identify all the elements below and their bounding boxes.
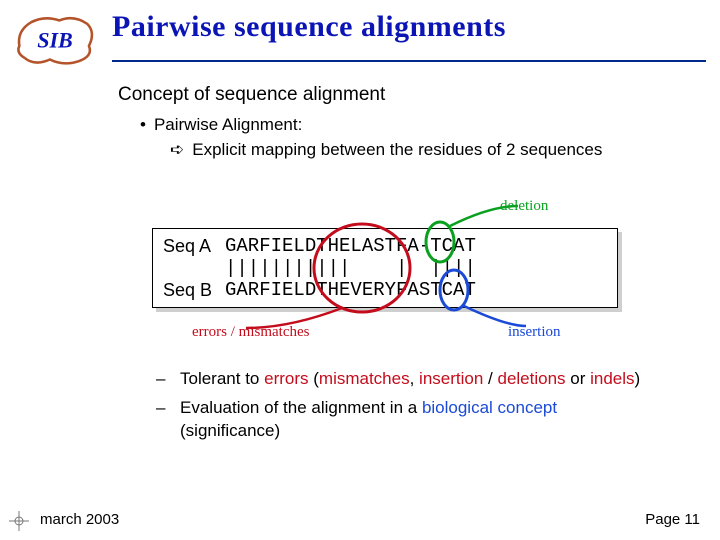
logo-text: SIB [37, 28, 73, 53]
bullet-dot-icon: • [140, 114, 146, 137]
bullet-pairwise: • Pairwise Alignment: [140, 114, 680, 137]
label-deletion: deletion [500, 198, 548, 215]
seq-b-label: Seq B [163, 279, 225, 301]
txt: ( [309, 369, 319, 388]
content-block: Concept of sequence alignment • Pairwise… [118, 82, 680, 162]
slide-title: Pairwise sequence alignments [112, 10, 506, 44]
point-evaluation: – Evaluation of the alignment in a biolo… [156, 397, 660, 443]
word-deletions: deletions [497, 369, 565, 388]
point-evaluation-text: Evaluation of the alignment in a biologi… [180, 397, 660, 443]
word-mismatches: mismatches [319, 369, 410, 388]
bullet-pairwise-text: Pairwise Alignment: [154, 114, 680, 137]
footer-page: Page 11 [645, 511, 700, 528]
label-insertion: insertion [508, 324, 561, 341]
seq-b-row: Seq BGARFIELDTHEVERYFASTCAT [163, 279, 607, 301]
lower-points: – Tolerant to errors (mismatches, insert… [150, 368, 660, 449]
word-biological: biological concept [422, 398, 557, 417]
seq-a-row: Seq AGARFIELDTHELASTFA-TCAT [163, 235, 607, 257]
alignment-box: Seq AGARFIELDTHELASTFA-TCAT ||||||||||| … [152, 228, 618, 308]
match-row: ||||||||||| | |||| [163, 257, 607, 279]
cross-marker-icon [6, 508, 32, 534]
match-pipes: ||||||||||| | |||| [225, 257, 476, 279]
txt: Tolerant to [180, 369, 264, 388]
arrow-right-icon: ➪ [170, 139, 184, 162]
word-errors: errors [264, 369, 308, 388]
point-tolerant-text: Tolerant to errors (mismatches, insertio… [180, 368, 640, 391]
sib-logo: SIB [12, 12, 98, 68]
txt: Evaluation of the alignment in a [180, 398, 422, 417]
seq-a-sequence: GARFIELDTHELASTFA-TCAT [225, 235, 476, 257]
txt: (significance) [180, 421, 280, 440]
word-indels: indels [590, 369, 634, 388]
label-errors: errors / mismatches [192, 324, 309, 341]
txt: or [566, 369, 591, 388]
title-underline [112, 60, 706, 62]
dash-icon: – [156, 368, 170, 391]
footer-date: march 2003 [40, 511, 119, 528]
slide-root: SIB Pairwise sequence alignments Concept… [0, 0, 720, 540]
txt: ) [635, 369, 641, 388]
txt: / [483, 369, 497, 388]
point-tolerant: – Tolerant to errors (mismatches, insert… [156, 368, 660, 391]
subbullet-explicit: ➪ Explicit mapping between the residues … [170, 139, 680, 162]
seq-a-label: Seq A [163, 235, 225, 257]
section-heading: Concept of sequence alignment [118, 82, 680, 108]
seq-b-sequence: GARFIELDTHEVERYFASTCAT [225, 279, 476, 301]
subbullet-text: Explicit mapping between the residues of… [192, 139, 680, 162]
dash-icon: – [156, 397, 170, 443]
txt: , [410, 369, 419, 388]
word-insertion: insertion [419, 369, 483, 388]
